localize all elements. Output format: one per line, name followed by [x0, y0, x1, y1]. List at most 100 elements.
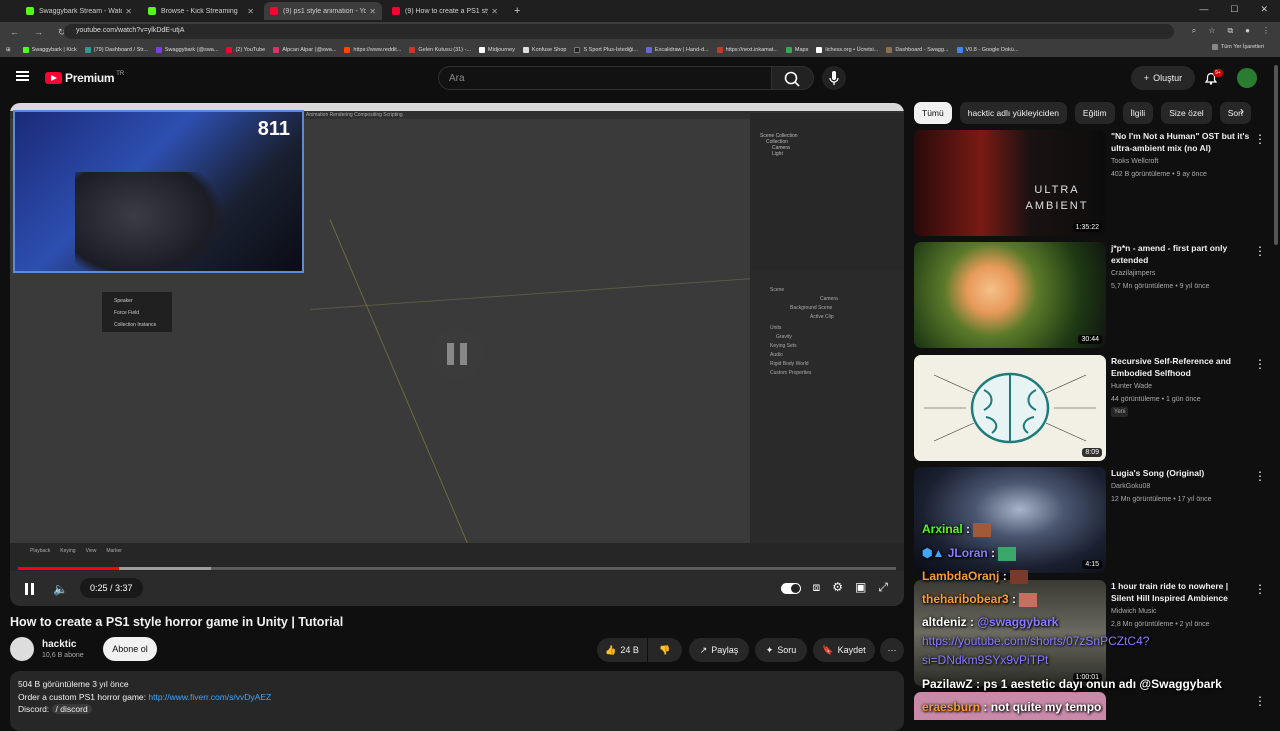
bookmark-item[interactable]: (2) YouTube: [226, 46, 265, 53]
more-vertical-icon[interactable]: ⋮: [1254, 244, 1266, 258]
video-thumbnail[interactable]: ULTRA AMBIENT 1:35:22: [914, 130, 1106, 236]
bookmark-item[interactable]: Maps: [785, 46, 808, 53]
search-button[interactable]: [772, 66, 814, 90]
discord-link[interactable]: / discord: [51, 704, 92, 714]
subscribe-button[interactable]: Abone ol: [103, 637, 157, 661]
video-thumbnail[interactable]: 8:09: [914, 355, 1106, 461]
bookmark-item[interactable]: Swaggybark | Kick: [22, 46, 77, 53]
chip-for-you[interactable]: Size özel: [1161, 102, 1212, 124]
recommendation-channel[interactable]: Hunter Wade: [1111, 383, 1152, 390]
bookmark-item[interactable]: lichess.org • Ücretsi...: [816, 46, 878, 53]
close-window-icon[interactable]: ✕: [1260, 4, 1268, 15]
voice-search-button[interactable]: [822, 66, 846, 90]
close-icon[interactable]: ✕: [491, 7, 498, 16]
bookmark-item[interactable]: Alpcan Alpar (@swa...: [273, 46, 336, 53]
channel-name[interactable]: hacktic: [42, 639, 76, 650]
more-icon[interactable]: ⋮: [1262, 26, 1270, 36]
create-button[interactable]: + Oluştur: [1131, 66, 1195, 90]
bookmark-item[interactable]: https://www.reddit...: [344, 46, 401, 53]
streamer-silhouette: [75, 172, 225, 271]
bookmark-item[interactable]: https://next.inkamat...: [716, 46, 778, 53]
close-icon[interactable]: ✕: [247, 7, 254, 16]
recommendation-channel[interactable]: Tooks Wellcroft: [1111, 158, 1158, 165]
recommendation-meta: 12 Mn görüntüleme • 17 yıl önce: [1111, 496, 1212, 503]
video-progress-bar[interactable]: [18, 567, 896, 570]
chevron-right-icon[interactable]: ›: [1240, 104, 1244, 118]
apps-icon[interactable]: ⊞: [6, 47, 11, 53]
fiverr-link[interactable]: http://www.fiverr.com/s/vvDyAEZ: [148, 692, 271, 702]
add-context-menu: Speaker Force Field Collection Instance: [102, 292, 172, 332]
search-input[interactable]: Ara: [438, 66, 772, 90]
like-button[interactable]: 👍 24 B: [597, 638, 647, 662]
more-actions-button[interactable]: ⋯: [880, 638, 904, 662]
recommendation-title[interactable]: j*p*n - amend - first part only extended: [1111, 242, 1251, 266]
recommendation-title[interactable]: Recursive Self-Reference and Embodied Se…: [1111, 355, 1251, 379]
more-vertical-icon[interactable]: ⋮: [1254, 469, 1266, 483]
more-vertical-icon[interactable]: ⋮: [1254, 132, 1266, 146]
miniplayer-icon[interactable]: ▣: [855, 580, 866, 595]
recommendation-item[interactable]: 30:44 j*p*n - amend - first part only ex…: [914, 242, 1270, 350]
recommendation-item[interactable]: 8:09 Recursive Self-Reference and Embodi…: [914, 355, 1270, 463]
fullscreen-icon[interactable]: ⤢: [878, 580, 888, 595]
chip-education[interactable]: Eğitim: [1074, 102, 1115, 124]
chip-all[interactable]: Tümü: [914, 102, 952, 124]
dislike-button[interactable]: 👎: [648, 638, 682, 662]
ask-button[interactable]: ✦ Soru: [755, 638, 807, 662]
zoom-icon[interactable]: ⌕: [1192, 26, 1196, 36]
url-input[interactable]: youtube.com/watch?v=ylkDdE-utjA: [64, 24, 1174, 39]
share-button[interactable]: ↗ Paylaş: [689, 638, 749, 662]
maximize-icon[interactable]: ☐: [1230, 4, 1238, 15]
video-player[interactable]: Animation Rendering Compositing Scriptin…: [10, 103, 904, 606]
browser-tab[interactable]: Browse - Kick Streaming ✕: [142, 2, 260, 20]
profile-icon[interactable]: ●: [1245, 26, 1250, 36]
chip-from-uploader[interactable]: hacktic adlı yükleyiciden: [959, 102, 1067, 124]
forward-icon[interactable]: →: [34, 27, 48, 37]
scrollbar-thumb[interactable]: [1274, 65, 1278, 245]
bookmark-item[interactable]: (79) Dashboard / Str...: [84, 46, 148, 53]
browser-tab[interactable]: Swaggybark Stream - Watch Li✕: [20, 2, 138, 20]
autoplay-toggle[interactable]: [780, 583, 801, 594]
bookmark-item[interactable]: Konfuse Shop: [522, 46, 566, 53]
minimize-icon[interactable]: —: [1199, 4, 1208, 15]
bookmark-item[interactable]: Midjourney: [479, 46, 515, 53]
back-icon[interactable]: ←: [10, 27, 24, 37]
account-avatar[interactable]: [1237, 68, 1257, 88]
settings-gear-icon[interactable]: ⚙: [832, 580, 843, 595]
page-scrollbar[interactable]: [1272, 57, 1280, 720]
video-thumbnail[interactable]: 30:44: [914, 242, 1106, 348]
extensions-icon[interactable]: ⧉: [1227, 26, 1233, 36]
volume-icon[interactable]: 🔈: [53, 582, 68, 596]
subtitles-icon[interactable]: ⧈: [813, 580, 821, 595]
close-icon[interactable]: ✕: [125, 7, 132, 16]
bookmark-item[interactable]: Gelen Kutusu (31) -...: [409, 46, 471, 53]
blender-properties-panel: Scene Camera Background Scene Active Cli…: [750, 271, 904, 546]
chip-recent[interactable]: Son: [1219, 102, 1251, 124]
more-vertical-icon[interactable]: ⋮: [1254, 357, 1266, 371]
recommendation-channel[interactable]: Crazilajimpers: [1111, 270, 1155, 277]
new-tab-icon[interactable]: +: [514, 5, 520, 17]
pause-overlay-icon[interactable]: [431, 328, 483, 380]
star-icon[interactable]: ☆: [1208, 26, 1215, 36]
emote-icon: [998, 546, 1017, 561]
pause-button[interactable]: [24, 583, 36, 595]
browser-tab-active[interactable]: (9) ps1 style animation - YouTu✕: [264, 2, 382, 20]
all-bookmarks[interactable]: Tüm Yer İşaretleri: [1211, 44, 1264, 50]
bookmark-item[interactable]: S Sport Plus-İstediği...: [574, 46, 638, 53]
bookmark-item[interactable]: V0.8 - Google Dokü...: [956, 46, 1018, 53]
hamburger-menu-icon[interactable]: [16, 71, 29, 81]
youtube-premium-logo[interactable]: Premium TR: [45, 71, 124, 85]
video-description[interactable]: 504 B görüntüleme 3 yıl önce Order a cus…: [10, 671, 904, 731]
recommendation-title[interactable]: Lugia's Song (Original): [1111, 467, 1251, 479]
recommendation-title[interactable]: "No I'm Not a Human" OST but it's ultra-…: [1111, 130, 1251, 154]
bookmark-item[interactable]: Excalidraw | Hand-d...: [645, 46, 709, 53]
browser-tab[interactable]: (9) How to create a PS1 sty ✕: [386, 2, 504, 20]
bookmark-item[interactable]: Swaggybark (@swa...: [155, 46, 218, 53]
chip-related[interactable]: İlgili: [1122, 102, 1154, 124]
bookmark-item[interactable]: Dashboard - Swagg...: [886, 46, 949, 53]
recommendation-item[interactable]: ULTRA AMBIENT 1:35:22 "No I'm Not a Huma…: [914, 130, 1270, 238]
more-horizontal-icon: ⋯: [887, 644, 897, 655]
save-button[interactable]: 🔖 Kaydet: [813, 638, 875, 662]
recommendation-channel[interactable]: DarkGoku08: [1111, 483, 1150, 490]
close-icon[interactable]: ✕: [369, 7, 376, 16]
channel-avatar[interactable]: [10, 637, 34, 661]
